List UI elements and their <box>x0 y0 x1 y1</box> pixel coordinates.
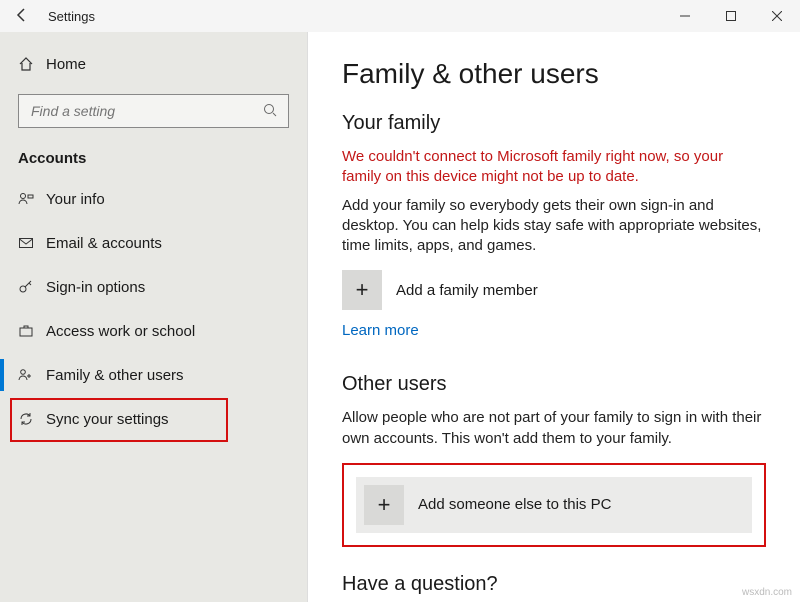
home-icon <box>18 56 46 72</box>
add-family-member-button[interactable]: + Add a family member <box>342 270 766 310</box>
other-users-description: Allow people who are not part of your fa… <box>342 408 766 449</box>
window-controls <box>662 0 800 32</box>
add-other-user-button[interactable]: + Add someone else to this PC <box>356 477 752 533</box>
nav-label: Email & accounts <box>46 235 162 252</box>
question-heading: Have a question? <box>342 573 766 596</box>
content-pane: Family & other users Your family We coul… <box>308 32 800 602</box>
search-input[interactable] <box>29 102 262 120</box>
sync-icon <box>18 411 46 427</box>
plus-icon: + <box>342 270 382 310</box>
nav-access-work-school[interactable]: Access work or school <box>0 309 307 353</box>
family-description: Add your family so everybody gets their … <box>342 196 766 257</box>
nav-label: Family & other users <box>46 367 184 384</box>
briefcase-icon <box>18 323 46 339</box>
sidebar: Home Accounts Your info Email & accounts <box>0 32 308 602</box>
people-icon <box>18 367 46 383</box>
window-title: Settings <box>38 9 662 24</box>
section-label: Accounts <box>0 142 307 177</box>
learn-more-link[interactable]: Learn more <box>342 322 766 339</box>
nav-signin-options[interactable]: Sign-in options <box>0 265 307 309</box>
highlight-add-other: + Add someone else to this PC <box>342 463 766 547</box>
add-family-label: Add a family member <box>396 282 538 299</box>
mail-icon <box>18 235 46 251</box>
title-bar: Settings <box>0 0 800 32</box>
page-title: Family & other users <box>342 58 766 90</box>
nav-email-accounts[interactable]: Email & accounts <box>0 221 307 265</box>
minimize-button[interactable] <box>662 0 708 32</box>
key-icon <box>18 279 46 295</box>
family-error-text: We couldn't connect to Microsoft family … <box>342 147 766 188</box>
person-badge-icon <box>18 191 46 207</box>
nav-label: Sync your settings <box>46 411 169 428</box>
nav-sync-settings[interactable]: Sync your settings <box>0 397 307 441</box>
nav-label: Access work or school <box>46 323 195 340</box>
nav-family-other-users[interactable]: Family & other users <box>0 353 307 397</box>
nav-your-info[interactable]: Your info <box>0 177 307 221</box>
other-users-heading: Other users <box>342 373 766 396</box>
search-icon <box>262 102 278 121</box>
nav-label: Sign-in options <box>46 279 145 296</box>
search-box[interactable] <box>18 94 289 128</box>
add-other-label: Add someone else to this PC <box>418 496 611 513</box>
plus-icon: + <box>364 485 404 525</box>
watermark: wsxdn.com <box>742 587 792 598</box>
family-heading: Your family <box>342 112 766 135</box>
home-label: Home <box>46 56 86 73</box>
back-icon[interactable] <box>14 7 38 26</box>
maximize-button[interactable] <box>708 0 754 32</box>
nav-label: Your info <box>46 191 105 208</box>
home-nav[interactable]: Home <box>0 44 307 84</box>
close-button[interactable] <box>754 0 800 32</box>
